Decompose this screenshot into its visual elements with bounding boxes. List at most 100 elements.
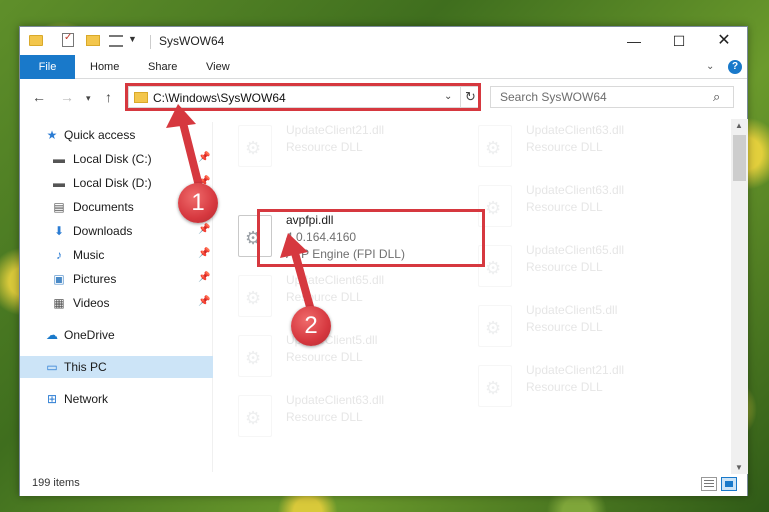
gear-icon: ⚙: [245, 138, 262, 158]
tab-home[interactable]: Home: [90, 55, 119, 79]
file-item[interactable]: ⚙ UpdateClient63.dll Resource DLL: [460, 119, 690, 177]
file-type: Resource DLL: [526, 200, 603, 214]
tiles-view-icon[interactable]: [721, 477, 737, 491]
pin-icon[interactable]: 📌: [198, 296, 210, 307]
file-type: Resource DLL: [526, 140, 603, 154]
quick-access-toolbar-dropdown-icon[interactable]: ▼: [128, 34, 137, 50]
back-arrow-icon[interactable]: ←: [32, 89, 46, 105]
item-count: 199 items: [32, 477, 80, 489]
search-icon[interactable]: ⌕: [713, 89, 720, 105]
sidebar-item-videos[interactable]: ▦ Videos 📌: [20, 292, 213, 314]
file-item[interactable]: ⚙ UpdateClient63.dll Resource DLL: [460, 179, 690, 237]
pictures-icon: ▣: [53, 272, 65, 286]
status-bar: 199 items: [20, 474, 747, 496]
sidebar-item-quick-access[interactable]: ★ Quick access: [20, 124, 213, 146]
ribbon-tabs: File Home Share View ⌄ ?: [20, 55, 747, 79]
address-path[interactable]: C:\Windows\SysWOW64: [153, 91, 286, 105]
file-item[interactable]: ⚙ UpdateClient5.dll Resource DLL: [460, 299, 690, 357]
file-type: Resource DLL: [286, 140, 363, 154]
sidebar-item-label: This PC: [64, 360, 107, 374]
file-description: AVP Engine (FPI DLL): [286, 247, 405, 261]
vertical-scrollbar[interactable]: ▲ ▼: [731, 119, 748, 474]
step-1-marker: 1: [178, 183, 218, 223]
forward-arrow-icon[interactable]: →: [60, 89, 74, 105]
maximize-button[interactable]: ☐: [656, 27, 702, 55]
pin-icon[interactable]: 📌: [198, 152, 210, 163]
file-item-avpfpi[interactable]: ⚙ avpfpi.dll 4.0.164.4160 AVP Engine (FP…: [220, 209, 450, 267]
dll-file-icon: ⚙: [478, 125, 512, 167]
folder-icon: [134, 92, 148, 103]
dll-file-icon: ⚙: [478, 365, 512, 407]
scrollbar-thumb[interactable]: [733, 135, 746, 181]
expand-ribbon-chevron-icon[interactable]: ⌄: [706, 61, 714, 72]
sidebar-item-this-pc[interactable]: ▭ This PC: [20, 356, 213, 378]
music-icon: ♪: [56, 248, 62, 262]
sidebar-item-label: Local Disk (C:): [73, 152, 152, 166]
dll-file-icon: ⚙: [238, 395, 272, 437]
file-type: Resource DLL: [526, 380, 603, 394]
file-version: 4.0.164.4160: [286, 230, 357, 244]
minimize-button[interactable]: —: [611, 27, 657, 55]
close-button[interactable]: ✕: [701, 27, 747, 55]
title-bar: ▼ SysWOW64 — ☐ ✕: [20, 27, 747, 55]
file-type: Resource DLL: [526, 260, 603, 274]
file-item[interactable]: ⚙ UpdateClient21.dll Resource DLL: [220, 119, 450, 177]
address-dropdown-icon[interactable]: ⌄: [444, 91, 452, 102]
sidebar-item-network[interactable]: ⊞ Network: [20, 388, 213, 410]
pin-icon[interactable]: 📌: [198, 248, 210, 259]
cloud-icon: ☁: [46, 328, 58, 342]
sidebar-item-downloads[interactable]: ⬇ Downloads 📌: [20, 220, 213, 242]
refresh-icon[interactable]: ↻: [460, 87, 480, 107]
view-options-icon[interactable]: [109, 35, 123, 47]
file-item[interactable]: ⚙ UpdateClient5.dll Resource DLL: [220, 329, 450, 387]
file-item[interactable]: ⚙ UpdateClient65.dll Resource DLL: [220, 269, 450, 327]
sidebar-item-music[interactable]: ♪ Music 📌: [20, 244, 213, 266]
gear-icon: ⚙: [485, 318, 502, 338]
window-title: SysWOW64: [159, 34, 225, 48]
search-input[interactable]: [491, 87, 706, 107]
sidebar-item-label: Downloads: [73, 224, 133, 238]
file-name: UpdateClient63.dll: [526, 123, 625, 137]
sidebar-item-local-disk-c[interactable]: ▬ Local Disk (C:) 📌: [20, 148, 213, 170]
navigation-pane: ★ Quick access ▬ Local Disk (C:) 📌 ▬ Loc…: [20, 122, 213, 472]
file-item[interactable]: ⚙ UpdateClient63.dll Resource DLL: [220, 389, 450, 447]
up-arrow-icon[interactable]: ↑: [105, 89, 112, 105]
sidebar-item-pictures[interactable]: ▣ Pictures 📌: [20, 268, 213, 290]
dll-file-icon: ⚙: [478, 185, 512, 227]
sidebar-item-label: Local Disk (D:): [73, 176, 152, 190]
scroll-down-icon[interactable]: ▼: [735, 463, 743, 472]
file-name: UpdateClient65.dll: [526, 243, 625, 257]
help-icon[interactable]: ?: [728, 60, 742, 74]
scroll-up-icon[interactable]: ▲: [735, 121, 743, 130]
file-type: Resource DLL: [286, 410, 363, 424]
step-2-marker: 2: [291, 306, 331, 346]
pin-icon[interactable]: 📌: [198, 224, 210, 235]
properties-icon[interactable]: [62, 32, 74, 47]
recent-locations-chevron-icon[interactable]: ▾: [86, 93, 91, 104]
file-item[interactable]: ⚙ UpdateClient65.dll Resource DLL: [460, 239, 690, 297]
sidebar-item-label: OneDrive: [64, 328, 115, 342]
gear-icon: ⚙: [485, 378, 502, 398]
dll-file-icon: ⚙: [238, 275, 272, 317]
pin-icon[interactable]: 📌: [198, 272, 210, 283]
sidebar-item-onedrive[interactable]: ☁ OneDrive: [20, 324, 213, 346]
tab-view[interactable]: View: [206, 55, 230, 79]
new-folder-icon[interactable]: [86, 35, 100, 46]
drive-icon: ▬: [53, 176, 65, 190]
folder-icon: [29, 35, 43, 46]
address-bar[interactable]: C:\Windows\SysWOW64 ⌄ ↻: [128, 86, 480, 108]
details-view-icon[interactable]: [701, 477, 717, 491]
file-type: Resource DLL: [286, 290, 363, 304]
documents-icon: ▤: [53, 200, 65, 214]
divider: [150, 35, 151, 49]
sidebar-item-label: Pictures: [73, 272, 117, 286]
search-box[interactable]: ⌕: [490, 86, 734, 108]
tab-share[interactable]: Share: [148, 55, 177, 79]
tab-file[interactable]: File: [20, 55, 75, 79]
computer-icon: ▭: [46, 360, 58, 374]
file-item[interactable]: ⚙ UpdateClient21.dll Resource DLL: [460, 359, 690, 417]
navigation-bar: ← → ▾ ↑ C:\Windows\SysWOW64 ⌄ ↻ ⌕: [20, 80, 747, 114]
gear-icon: ⚙: [485, 138, 502, 158]
gear-icon: ⚙: [245, 228, 262, 248]
sidebar-item-label: Network: [64, 392, 109, 406]
